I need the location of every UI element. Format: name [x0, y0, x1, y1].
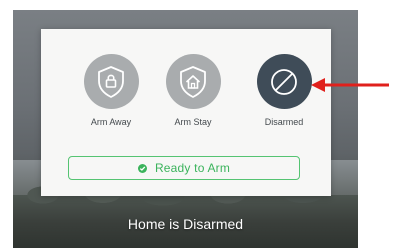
arm-away-option[interactable]: Arm Away: [71, 54, 151, 127]
lock-shield-icon: [98, 65, 124, 98]
house-shield-icon: [180, 65, 206, 98]
home-status-text: Home is Disarmed: [127, 216, 244, 232]
arm-away-button[interactable]: [83, 54, 139, 109]
ready-to-arm-indicator: Ready to Arm: [68, 156, 300, 180]
arming-panel: Arm Away Arm Stay Disarmed Ready to Arm: [41, 29, 331, 196]
arm-stay-label: Arm Stay: [174, 117, 212, 127]
screenshot-stage: Arm Away Arm Stay Disarmed Ready to Arm …: [0, 0, 395, 248]
disarmed-label: Disarmed: [264, 117, 304, 127]
arm-away-label: Arm Away: [90, 117, 132, 127]
red-arrow-annotation: [311, 78, 389, 92]
ready-to-arm-label: Ready to Arm: [154, 161, 231, 175]
arm-stay-button[interactable]: [165, 54, 221, 109]
arm-stay-option[interactable]: Arm Stay: [153, 54, 233, 127]
disarmed-button[interactable]: [256, 54, 312, 109]
check-circle-icon: [137, 163, 147, 173]
slash-circle-icon: [271, 68, 297, 95]
